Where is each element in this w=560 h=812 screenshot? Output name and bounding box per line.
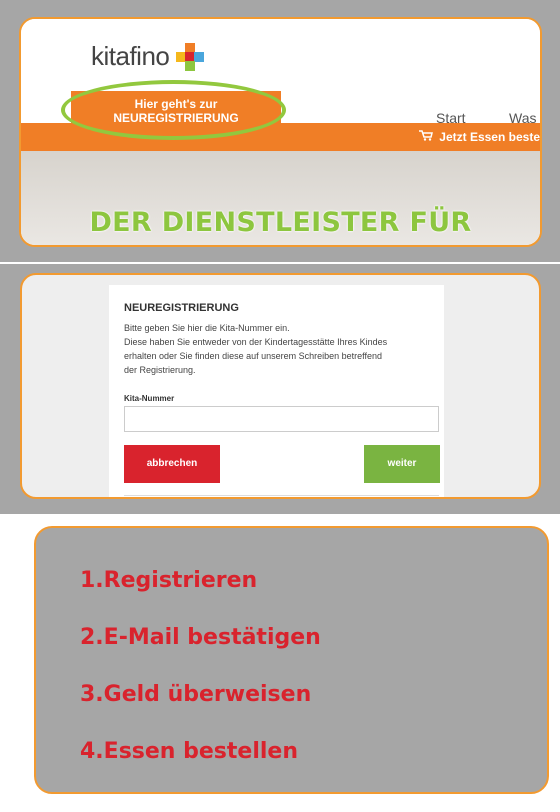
step-item: 2.E-Mail bestätigen xyxy=(80,625,321,650)
logo-cross-icon xyxy=(175,42,205,72)
kita-nummer-input[interactable] xyxy=(124,406,439,432)
form-description-line: erhalten oder Sie finden diese auf unser… xyxy=(124,351,383,361)
logo-text: kitafino xyxy=(91,41,170,71)
cancel-button[interactable]: abbrechen xyxy=(124,445,220,483)
form-description-line: Bitte geben Sie hier die Kita-Nummer ein… xyxy=(124,323,290,333)
kita-nummer-label: Kita-Nummer xyxy=(124,394,175,403)
form-screenshot-frame: NEUREGISTRIERUNG Bitte geben Sie hier di… xyxy=(20,273,541,499)
step-item: 3.Geld überweisen xyxy=(80,682,312,707)
divider xyxy=(124,495,439,496)
kitafino-logo[interactable]: kitafino xyxy=(91,41,205,72)
header-screenshot-panel: kitafino Start Was Jetzt Essen beste Hie… xyxy=(0,0,560,262)
form-title: NEUREGISTRIERUNG xyxy=(124,302,239,314)
steps-panel: 1.Registrieren 2.E-Mail bestätigen 3.Gel… xyxy=(0,518,560,812)
highlight-ellipse xyxy=(61,80,286,140)
hero-title: DER DIENSTLEISTER FÜR xyxy=(89,207,472,238)
form-description: Bitte geben Sie hier die Kita-Nummer ein… xyxy=(124,321,442,377)
order-banner-text: Jetzt Essen beste xyxy=(439,130,540,144)
next-button[interactable]: weiter xyxy=(364,445,440,483)
form-screenshot-panel: NEUREGISTRIERUNG Bitte geben Sie hier di… xyxy=(0,264,560,514)
step-item: 4.Essen bestellen xyxy=(80,739,298,764)
hero-banner: DER DIENSTLEISTER FÜR xyxy=(21,151,540,245)
step-item: 1.Registrieren xyxy=(80,568,258,593)
registration-form: NEUREGISTRIERUNG Bitte geben Sie hier di… xyxy=(109,285,444,497)
steps-box: 1.Registrieren 2.E-Mail bestätigen 3.Gel… xyxy=(34,526,549,794)
cart-icon xyxy=(419,130,434,144)
form-description-line: Diese haben Sie entweder von der Kindert… xyxy=(124,337,388,347)
order-link[interactable]: Jetzt Essen beste xyxy=(419,130,540,144)
form-description-line: der Registrierung. xyxy=(124,365,196,375)
header-screenshot-frame: kitafino Start Was Jetzt Essen beste Hie… xyxy=(19,17,542,247)
